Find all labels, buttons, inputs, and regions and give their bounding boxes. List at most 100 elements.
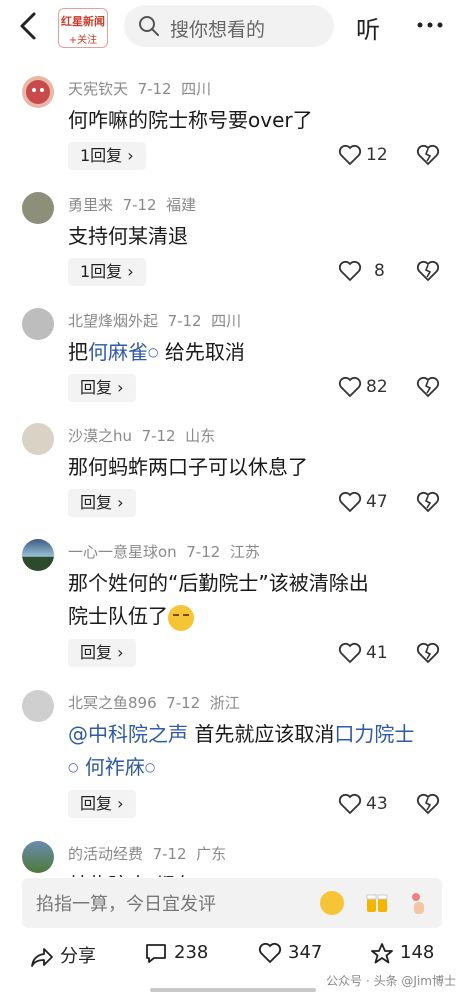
finger-heart-icon[interactable] [406,890,432,916]
comment-meta: 沙漠之hu 7-12 山东 [68,425,215,446]
share-icon [31,948,53,967]
search-icon [139,16,159,36]
comment-input[interactable]: 掐指一算，今日宜发评 [22,878,442,928]
avatar[interactable] [22,539,54,571]
dislike-icon[interactable] [416,376,440,398]
like-button[interactable]: 347 [258,942,322,964]
heart-icon[interactable] [338,642,362,664]
comment-text: @中科院之声 首先就应该取消口力院士○ 何祚庥○ [68,718,438,784]
comment-text: 那个姓何的“后勤院士”该被清除出 院士队伍了 [68,567,438,633]
avatar[interactable] [22,841,54,873]
comment-location: 山东 [185,427,216,445]
top-bar: 红星新闻 +关注 搜你想看的 听 [0,0,466,52]
share-label: 分享 [60,946,96,967]
comment-meta: 北冥之鱼896 7-12 浙江 [68,692,240,713]
comment-text-mid: 首先就应该取消 [194,722,335,746]
comment-date: 7-12 [186,543,221,561]
comment-text: 把何麻雀○ 给先取消 [68,336,438,369]
search-link[interactable]: 口力院士 [334,722,414,746]
heart-icon [258,942,282,964]
comment-text: 某些院士 都有 [68,869,438,877]
watermark: 公众号 · 头条 @Jim博士 [326,974,456,988]
back-icon[interactable] [14,10,44,42]
star-count: 148 [400,942,435,963]
username[interactable]: 沙漠之hu [68,427,132,445]
like-count: 41 [366,643,388,663]
username[interactable]: 天宪钦天 [68,80,128,98]
comment-text: 支持何某清退 [68,224,188,248]
dislike-icon[interactable] [416,260,440,282]
comment-text-suffix: 给先取消 [164,340,245,364]
avatar[interactable] [22,192,54,224]
heart-icon[interactable] [338,144,362,166]
avatar[interactable] [22,76,54,108]
comment-button[interactable]: 238 [144,942,208,964]
reply-button[interactable]: 回复 › [68,790,136,818]
search-tag-icon: ○ [144,760,156,774]
username[interactable]: 北冥之鱼896 [68,694,157,712]
comment-text-prefix: 把 [68,340,88,364]
comment-date: 7-12 [122,196,157,214]
dislike-icon[interactable] [416,491,440,513]
like-count: 82 [366,377,388,397]
comment-location: 广东 [196,845,227,863]
reply-button[interactable]: 1回复 › [68,142,146,170]
logo-title: 红星新闻 [61,15,105,28]
comment-location: 浙江 [209,694,240,712]
comment-date: 7-12 [167,312,202,330]
home-indicator [150,988,316,992]
avatar[interactable] [22,423,54,455]
follow-label[interactable]: +关注 [59,31,107,46]
heart-icon[interactable] [338,793,362,815]
mention-link[interactable]: @中科院之声 [68,722,188,746]
dislike-icon[interactable] [416,144,440,166]
reply-button[interactable]: 回复 › [68,639,136,667]
comment-text-line: 那个姓何的“后勤院士”该被清除出 [68,571,369,595]
search-tag-icon: ○ [148,345,159,359]
reply-button[interactable]: 1回复 › [68,258,146,286]
heart-icon[interactable] [338,260,362,282]
reply-button[interactable]: 回复 › [68,489,136,517]
comment-count: 238 [174,942,209,963]
thinking-emoji-icon [168,604,194,631]
dislike-icon[interactable] [416,642,440,664]
like-count: 47 [366,492,388,512]
comment-meta: 的活动经费 7-12 广东 [68,843,226,864]
comment-item: 的活动经费 7-12 广东 某些院士 都有 [0,841,466,877]
like-count: 43 [366,794,388,814]
comment-meta: 天宪钦天 7-12 四川 [68,78,211,99]
share-button[interactable]: 分享 [30,942,96,968]
comment-icon [146,944,166,963]
username[interactable]: 勇里来 [68,196,113,214]
avatar[interactable] [22,690,54,722]
search-tag-icon: ○ [68,760,79,774]
search-box[interactable]: 搜你想看的 [124,5,334,47]
dislike-icon[interactable] [416,793,440,815]
comment-text-line-2: 院士队伍了 [68,600,438,633]
favorite-button[interactable]: 148 [370,942,434,964]
laugh-emoji-icon[interactable] [320,891,344,915]
comment-meta: 勇里来 7-12 福建 [68,194,196,215]
comment-location: 四川 [181,80,212,98]
beer-emoji-icon[interactable] [364,890,390,916]
comment-input-placeholder: 掐指一算，今日宜发评 [36,894,216,915]
avatar[interactable] [22,308,54,340]
more-icon[interactable] [414,10,446,40]
heart-icon[interactable] [338,491,362,513]
comment-location: 四川 [211,312,242,330]
username[interactable]: 的活动经费 [68,845,143,863]
comment-date: 7-12 [166,694,201,712]
listen-button[interactable]: 听 [356,10,380,45]
heart-icon[interactable] [338,376,362,398]
reply-button[interactable]: 回复 › [68,374,136,402]
like-count: 8 [374,261,385,281]
comment-location: 福建 [166,196,197,214]
search-link[interactable]: 何麻雀 [88,340,148,364]
username[interactable]: 北望烽烟外起 [68,312,158,330]
comment-meta: 北望烽烟外起 7-12 四川 [68,310,241,331]
search-link-2[interactable]: 何祚庥 [85,755,145,779]
username[interactable]: 一心一意星球on [68,543,177,561]
comment-date: 7-12 [137,80,172,98]
publisher-logo[interactable]: 红星新闻 +关注 [58,8,108,48]
comment-date: 7-12 [141,427,176,445]
